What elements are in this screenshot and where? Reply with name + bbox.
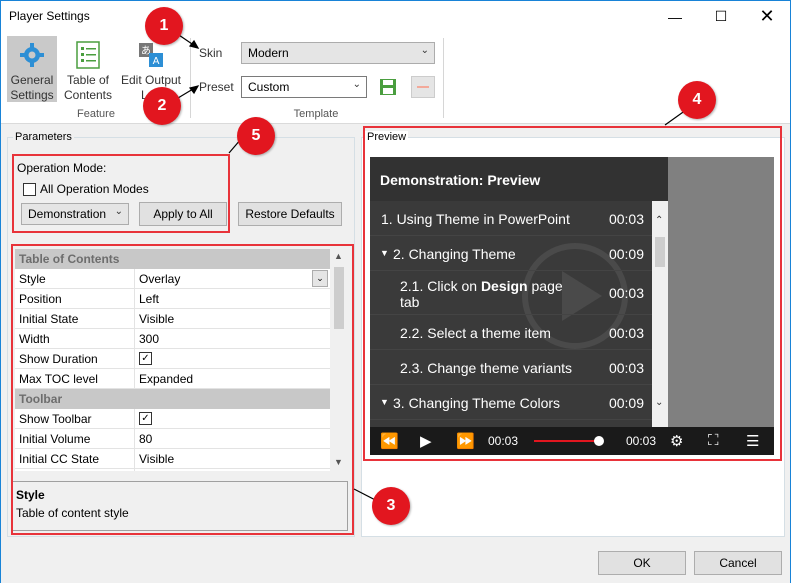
callout-badge-3: 3 [372, 487, 410, 525]
player-settings-window: Player Settings — ☐ ✕ General Settings T… [0, 0, 791, 583]
callout-badge-1: 1 [145, 7, 183, 45]
callout-badge-5: 5 [237, 117, 275, 155]
callout-badge-2: 2 [143, 87, 181, 125]
callout-badge-4: 4 [678, 81, 716, 119]
